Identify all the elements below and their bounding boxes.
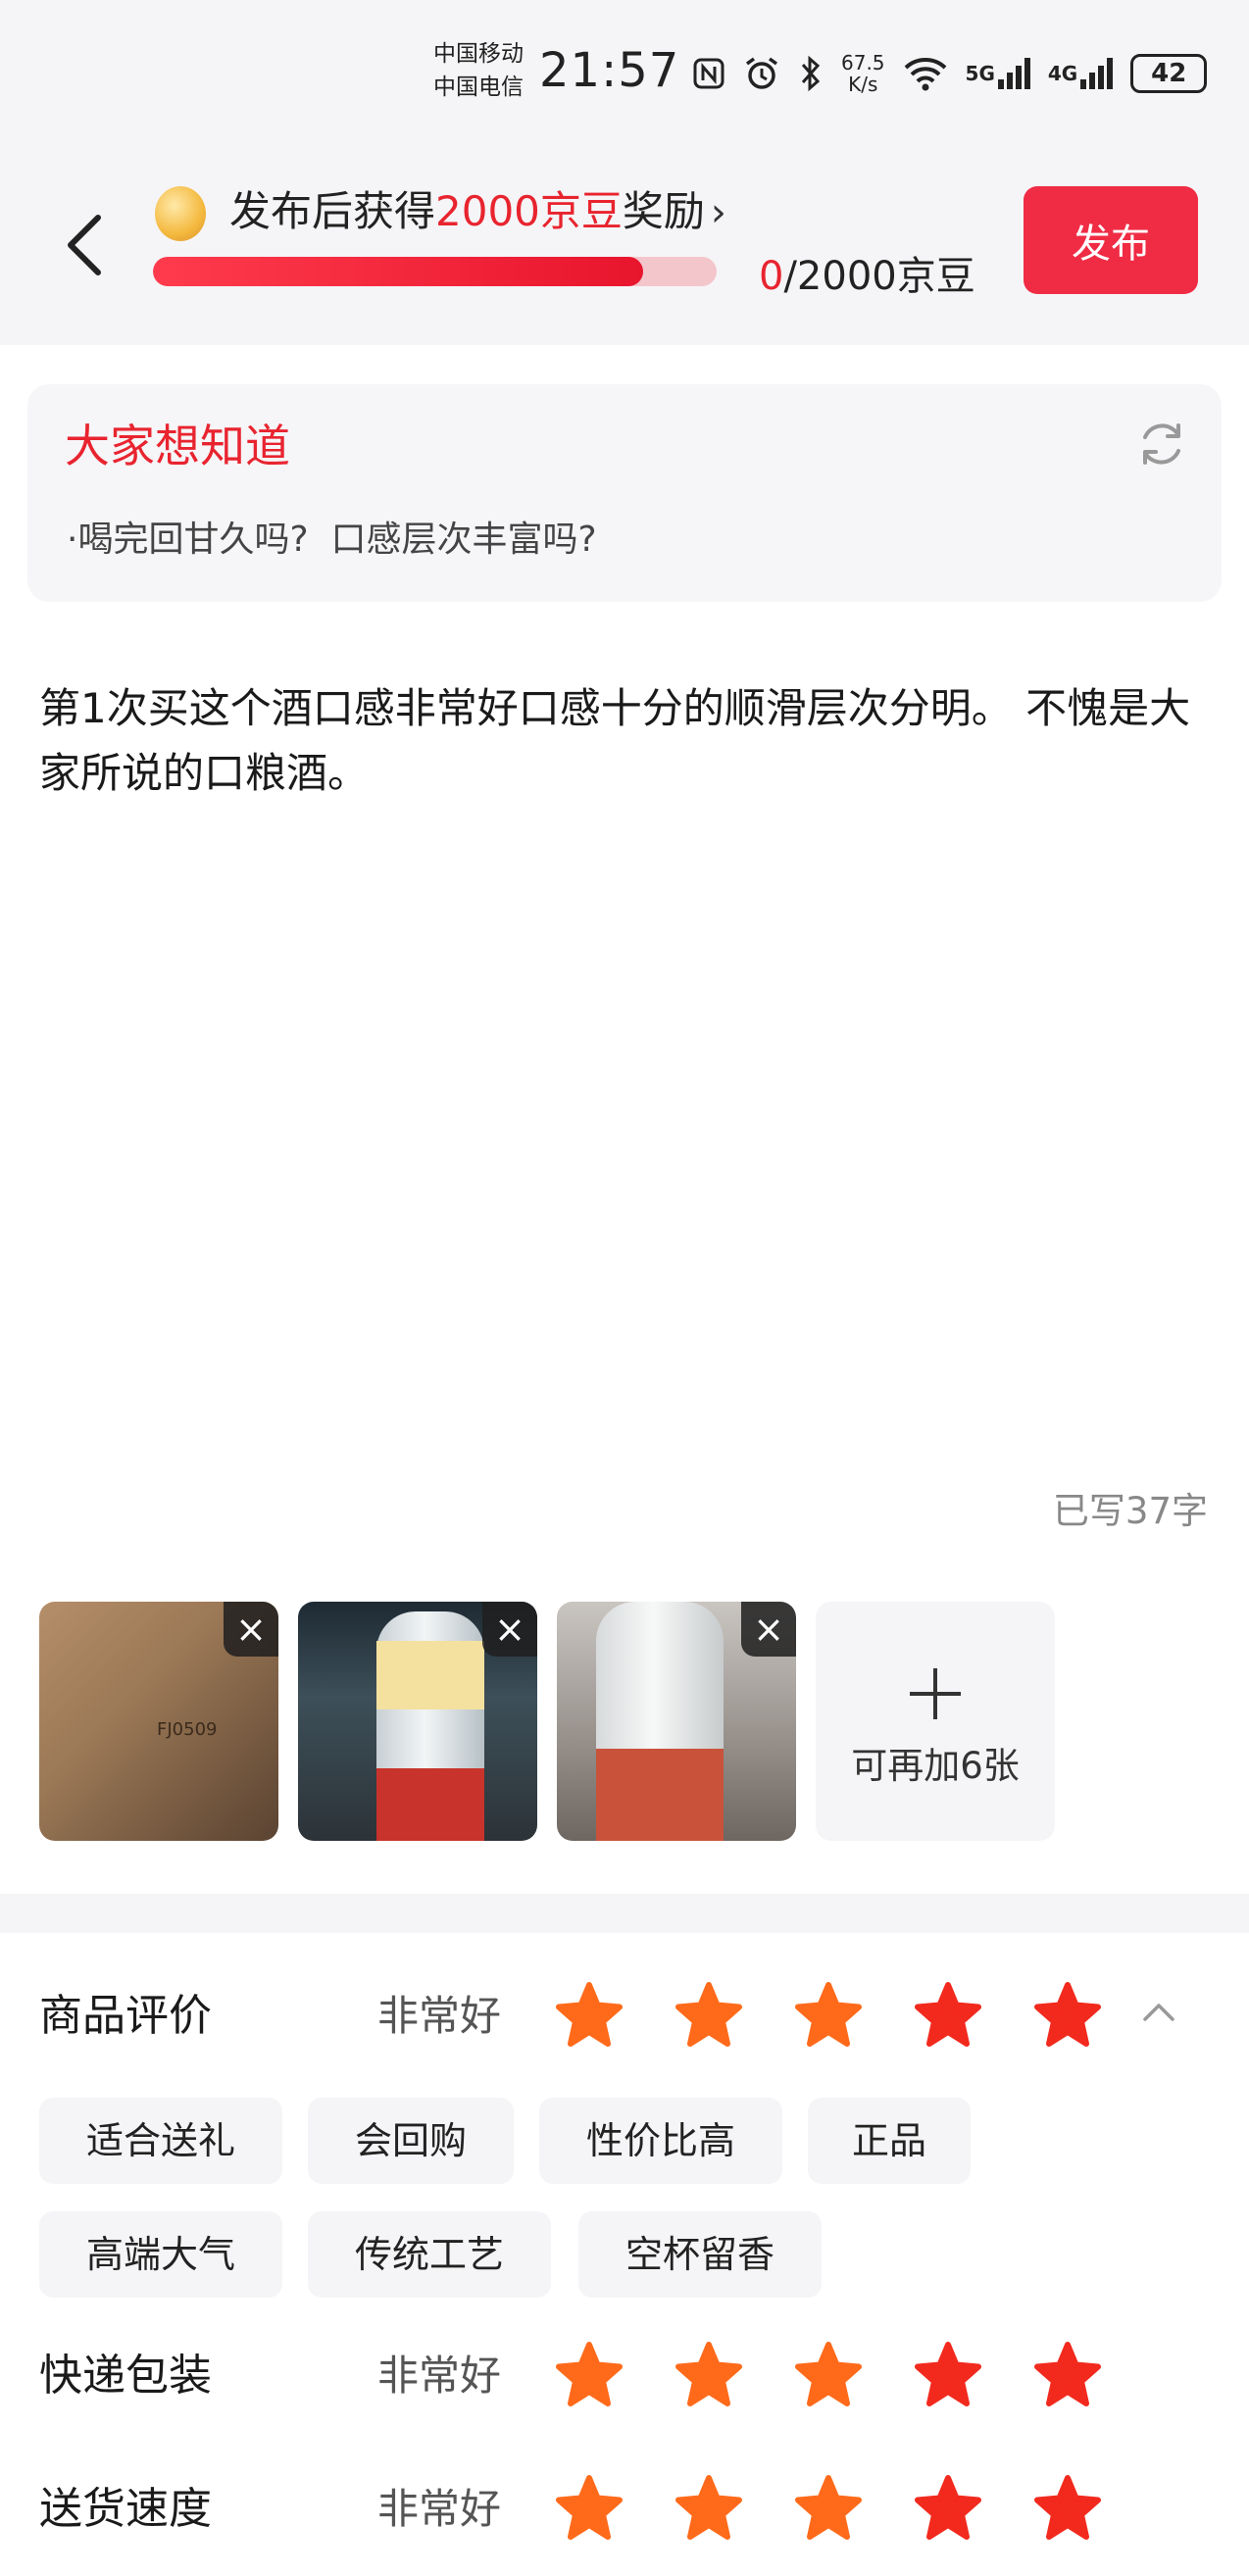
status-icons: 67.5 K/s 5G 4G 42 bbox=[692, 47, 1208, 100]
questions-card: 大家想知道 ·喝完回甘久吗? 口感层次丰富吗? bbox=[27, 384, 1222, 602]
tag-chip[interactable]: 会回购 bbox=[308, 2098, 514, 2184]
remove-photo-icon[interactable]: × bbox=[741, 1602, 796, 1657]
alarm-icon bbox=[745, 57, 778, 89]
back-arrow-icon[interactable] bbox=[57, 206, 116, 284]
remove-photo-icon[interactable]: × bbox=[482, 1602, 537, 1657]
star-icon[interactable] bbox=[914, 2342, 982, 2408]
battery-icon: 42 bbox=[1130, 54, 1208, 93]
carrier-2: 中国电信 bbox=[433, 74, 524, 100]
tag-chip[interactable]: 高端大气 bbox=[39, 2211, 282, 2298]
tag-chip[interactable]: 传统工艺 bbox=[308, 2211, 551, 2298]
star-icon[interactable] bbox=[555, 1982, 624, 2049]
signal-4g: 4G bbox=[1048, 58, 1114, 89]
reward-banner[interactable]: 发布后获得2000京豆奖励 › bbox=[229, 180, 726, 244]
chevron-right-icon: › bbox=[710, 190, 726, 235]
box-label-text: FJ0509 bbox=[157, 1719, 218, 1740]
star-icon[interactable] bbox=[794, 2342, 863, 2408]
net-speed: 67.5 K/s bbox=[841, 51, 885, 96]
star-icon[interactable] bbox=[794, 2475, 863, 2542]
reward-prefix: 发布后获得 bbox=[229, 187, 436, 235]
photo-thumbnail-1[interactable]: FJ0509 × bbox=[39, 1602, 278, 1841]
star-icon[interactable] bbox=[914, 1982, 982, 2049]
signal-bars-icon bbox=[997, 58, 1030, 89]
refresh-icon[interactable] bbox=[1131, 414, 1192, 474]
signal-bars-icon bbox=[1080, 58, 1114, 89]
rating-value-product: 非常好 bbox=[377, 1992, 502, 2040]
bottle-label bbox=[376, 1641, 484, 1709]
remove-photo-icon[interactable]: × bbox=[224, 1602, 278, 1657]
nfc-icon bbox=[693, 58, 724, 89]
publish-button[interactable]: 发布 bbox=[1024, 186, 1198, 294]
star-icon[interactable] bbox=[555, 2342, 624, 2408]
question-1[interactable]: 喝完回甘久吗? bbox=[77, 520, 308, 560]
wifi-icon bbox=[904, 58, 946, 91]
review-text-input[interactable]: 第1次买这个酒口感非常好口感十分的顺滑层次分明。 不愧是大家所说的口粮酒。 bbox=[39, 676, 1212, 806]
star-icon[interactable] bbox=[674, 2342, 743, 2408]
rating-label-packaging: 快递包装 bbox=[39, 2351, 212, 2401]
star-icon[interactable] bbox=[555, 2475, 624, 2542]
signal-5g: 5G bbox=[966, 58, 1030, 89]
tag-chip[interactable]: 空杯留香 bbox=[578, 2211, 822, 2298]
plus-icon bbox=[910, 1668, 961, 1719]
status-bar: 中国移动 中国电信 21:57 67.5 K/s 5G 4G 42 bbox=[0, 0, 1249, 137]
star-icon[interactable] bbox=[794, 1982, 863, 2049]
progress-total: /2000京豆 bbox=[783, 254, 975, 299]
star-rating-packaging[interactable] bbox=[555, 2342, 1102, 2408]
question-list: ·喝完回甘久吗? 口感层次丰富吗? bbox=[67, 514, 597, 567]
star-icon[interactable] bbox=[1033, 2342, 1102, 2408]
word-count: 已写37字 bbox=[1052, 1490, 1208, 1532]
star-icon[interactable] bbox=[674, 1982, 743, 2049]
carrier-names: 中国移动 中国电信 bbox=[433, 37, 524, 104]
reward-progress-bar bbox=[153, 257, 717, 286]
tag-chip[interactable]: 正品 bbox=[808, 2098, 971, 2184]
rating-label-product: 商品评价 bbox=[39, 1991, 212, 2041]
rating-value-packaging: 非常好 bbox=[377, 2352, 502, 2400]
question-bullet: · bbox=[67, 520, 78, 560]
progress-current: 0 bbox=[759, 254, 784, 299]
rating-label-delivery: 送货速度 bbox=[39, 2484, 212, 2534]
bottle-label bbox=[376, 1768, 484, 1841]
reward-amount: 2000京豆 bbox=[435, 187, 623, 235]
publish-header: 发布后获得2000京豆奖励 › 0/2000京豆 发布 bbox=[0, 137, 1249, 345]
chevron-up-icon[interactable] bbox=[1137, 1992, 1180, 2035]
section-divider bbox=[0, 1894, 1249, 1933]
add-photo-button[interactable]: 可再加6张 bbox=[816, 1602, 1055, 1841]
questions-title: 大家想知道 bbox=[65, 420, 290, 472]
star-icon[interactable] bbox=[914, 2475, 982, 2542]
rating-value-delivery: 非常好 bbox=[377, 2485, 502, 2533]
tag-chip[interactable]: 适合送礼 bbox=[39, 2098, 282, 2184]
tag-chip[interactable]: 性价比高 bbox=[539, 2098, 782, 2184]
progress-text: 0/2000京豆 bbox=[759, 249, 975, 304]
reward-suffix: 奖励 bbox=[622, 187, 705, 235]
progress-fill bbox=[153, 257, 644, 286]
question-2[interactable]: 口感层次丰富吗? bbox=[330, 520, 596, 560]
jingdou-coin-icon bbox=[155, 186, 206, 241]
bluetooth-icon bbox=[801, 55, 821, 92]
add-photo-label: 可再加6张 bbox=[851, 1745, 1020, 1787]
star-icon[interactable] bbox=[1033, 2475, 1102, 2542]
star-rating-delivery[interactable] bbox=[555, 2475, 1102, 2542]
clock: 21:57 bbox=[539, 43, 680, 98]
star-rating-product[interactable] bbox=[555, 1982, 1102, 2049]
star-icon[interactable] bbox=[674, 2475, 743, 2542]
star-icon[interactable] bbox=[1033, 1982, 1102, 2049]
photo-thumbnail-2[interactable]: × bbox=[298, 1602, 537, 1841]
photo-thumbnail-3[interactable]: × bbox=[557, 1602, 796, 1841]
bottle-label bbox=[596, 1749, 724, 1841]
carrier-1: 中国移动 bbox=[433, 41, 524, 67]
